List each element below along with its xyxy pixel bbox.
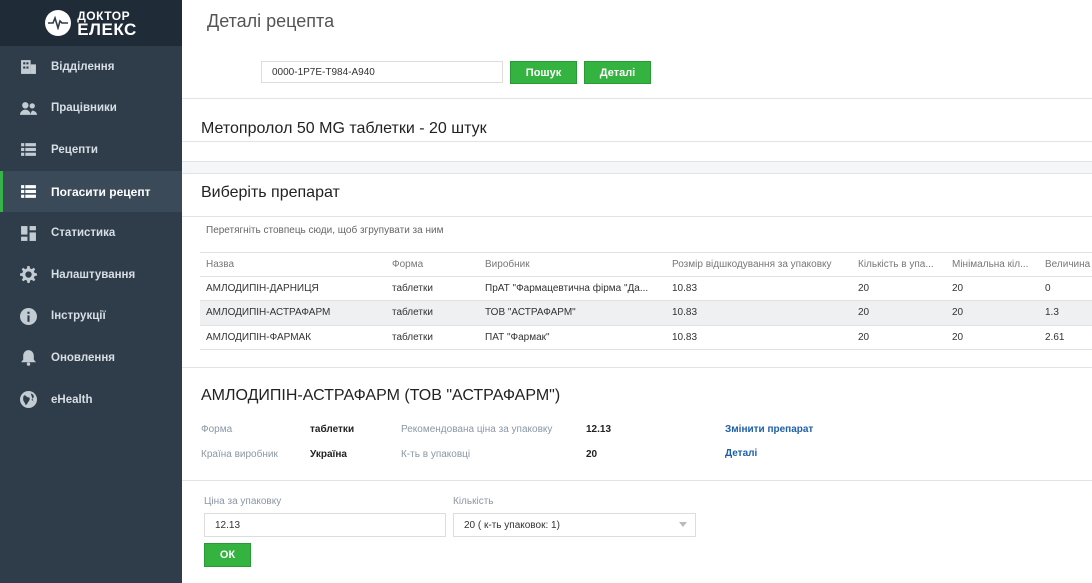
sidebar-item-prescriptions[interactable]: Рецепти — [0, 129, 182, 171]
section-gap — [182, 161, 1092, 173]
details-button[interactable]: Деталі — [584, 61, 651, 84]
search-button[interactable]: Пошук — [510, 61, 577, 84]
cell-pack-quantity: 20 — [858, 331, 870, 343]
cell-name: АМЛОДИПІН-ФАРМАК — [206, 331, 312, 343]
sidebar-item-instructions[interactable]: Інструкції — [0, 296, 182, 338]
column-header-pack-quantity[interactable]: Кількість в упа... — [858, 253, 946, 277]
cell-reimbursement: 10.83 — [672, 331, 698, 343]
sidebar-item-label: Статистика — [51, 227, 116, 240]
divider — [182, 480, 1092, 481]
form-label: Форма — [201, 424, 233, 435]
page-title: Деталі рецепта — [207, 11, 335, 31]
logo-line-2: ЕЛЕКС — [77, 20, 137, 39]
pack-price-input[interactable]: 12.13 — [204, 513, 446, 537]
divider — [182, 216, 1092, 217]
change-drug-link[interactable]: Змінити препарат — [725, 424, 813, 435]
cell-pack-quantity: 20 — [858, 307, 870, 318]
table-row[interactable]: АМЛОДИПІН-ДАРНИЦЯ таблетки ПрАТ "Фармаце… — [200, 277, 1092, 301]
cell-manufacturer: ПАТ "Фармак" — [485, 331, 550, 343]
logo-pulse-icon — [45, 10, 72, 36]
sidebar-item-label: Оновлення — [51, 351, 115, 364]
logo-text: ДОКТОР ЕЛЕКС — [77, 10, 137, 39]
sidebar-item-updates[interactable]: Оновлення — [0, 337, 182, 379]
globe-icon — [19, 391, 37, 409]
cell-manufacturer: ТОВ "АСТРАФАРМ" — [485, 307, 576, 318]
pack-quantity-label: К-ть в упаковці — [401, 449, 471, 460]
cell-form: таблетки — [392, 331, 433, 343]
sidebar-item-departments[interactable]: Відділення — [0, 46, 182, 88]
gear-icon — [19, 266, 37, 284]
cell-reimbursement: 10.83 — [672, 282, 698, 294]
people-icon — [19, 99, 37, 117]
divider — [182, 141, 1092, 142]
list-icon — [19, 183, 37, 201]
list-icon — [19, 141, 37, 159]
ok-button[interactable]: ОК — [204, 543, 251, 567]
cell-pack-quantity: 20 — [858, 282, 870, 294]
column-header-name[interactable]: Назва — [206, 253, 386, 277]
main-content: Деталі рецепта Пошук Деталі Метопролол 5… — [182, 0, 1092, 583]
drug-grid: Назва Форма Виробник Розмір відшкодуванн… — [200, 252, 1092, 350]
quantity-select[interactable]: 20 ( к-ть упаковок: 1) — [453, 513, 696, 537]
table-row[interactable]: АМЛОДИПІН-ФАРМАК таблетки ПАТ "Фармак" 1… — [200, 326, 1092, 350]
sidebar-item-employees[interactable]: Працівники — [0, 88, 182, 130]
column-header-reimbursement[interactable]: Розмір відшкодування за упаковку — [672, 253, 852, 277]
column-header-min-quantity[interactable]: Мінімальна кіл... — [952, 253, 1037, 277]
cell-name: АМЛОДИПІН-ДАРНИЦЯ — [206, 282, 319, 294]
sidebar-item-label: Працівники — [51, 102, 117, 115]
sidebar-item-label: Інструкції — [51, 310, 106, 323]
sidebar-item-label: Налаштування — [51, 268, 136, 281]
sidebar-item-label: Рецепти — [51, 143, 98, 156]
table-row-selected[interactable]: АМЛОДИПІН-АСТРАФАРМ таблетки ТОВ "АСТРАФ… — [200, 301, 1092, 326]
sidebar-item-ehealth[interactable]: eHealth — [0, 379, 182, 421]
cell-min-quantity: 20 — [952, 282, 964, 294]
chevron-down-icon — [679, 522, 687, 527]
cell-reimbursement: 10.83 — [672, 307, 698, 318]
info-icon — [19, 307, 37, 325]
divider — [182, 98, 1092, 99]
sidebar-item-redeem-prescription[interactable]: Погасити рецепт — [0, 170, 182, 213]
drug-details-link[interactable]: Деталі — [725, 448, 757, 459]
select-drug-title: Виберіть препарат — [201, 184, 340, 201]
bell-icon — [19, 349, 37, 367]
pack-quantity-value: 20 — [586, 449, 598, 460]
cell-min-quantity: 20 — [952, 331, 964, 343]
cell-amount: 2.61 — [1045, 331, 1065, 343]
sidebar-item-statistics[interactable]: Статистика — [0, 212, 182, 254]
cell-name: АМЛОДИПІН-АСТРАФАРМ — [206, 307, 331, 318]
cell-amount: 0 — [1045, 282, 1051, 294]
sidebar-item-label: eHealth — [51, 393, 93, 406]
column-header-manufacturer[interactable]: Виробник — [485, 253, 665, 277]
dashboard-icon — [19, 224, 37, 242]
quantity-label: Кількість — [453, 496, 494, 507]
form-value: таблетки — [310, 424, 355, 435]
column-header-amount[interactable]: Величина — [1045, 253, 1092, 277]
sidebar-item-label: Відділення — [51, 60, 115, 73]
prescribed-drug-title: Метопролол 50 MG таблетки - 20 штук — [201, 120, 487, 137]
prescription-number-input[interactable] — [261, 61, 503, 83]
group-by-drop-zone[interactable]: Перетягніть стовпець сюди, щоб згрупуват… — [206, 225, 443, 236]
recommended-price-label: Рекомендована ціна за упаковку — [401, 424, 553, 435]
sidebar-item-label: Погасити рецепт — [51, 184, 151, 199]
building-icon — [19, 58, 37, 76]
country-value: Україна — [310, 449, 347, 460]
quantity-select-value: 20 ( к-ть упаковок: 1) — [464, 519, 560, 531]
divider — [182, 161, 1092, 162]
cell-form: таблетки — [392, 282, 433, 294]
cell-form: таблетки — [392, 307, 433, 318]
cell-amount: 1.3 — [1045, 307, 1059, 318]
country-label: Країна виробник — [201, 449, 278, 460]
divider — [182, 173, 1092, 174]
cell-min-quantity: 20 — [952, 307, 964, 318]
pack-price-label: Ціна за упаковку — [204, 496, 282, 507]
column-header-form[interactable]: Форма — [392, 253, 480, 277]
logo[interactable]: ДОКТОР ЕЛЕКС — [0, 0, 182, 46]
grid-header-row: Назва Форма Виробник Розмір відшкодуванн… — [200, 252, 1092, 277]
sidebar: ДОКТОР ЕЛЕКС Відділення Працівники Рецеп… — [0, 0, 182, 583]
divider — [182, 367, 1092, 368]
cell-manufacturer: ПрАТ "Фармацевтична фірма "Да... — [485, 282, 649, 294]
recommended-price-value: 12.13 — [586, 424, 612, 435]
selected-drug-title: АМЛОДИПІН-АСТРАФАРМ (ТОВ "АСТРАФАРМ") — [201, 387, 561, 404]
sidebar-item-settings[interactable]: Налаштування — [0, 254, 182, 296]
